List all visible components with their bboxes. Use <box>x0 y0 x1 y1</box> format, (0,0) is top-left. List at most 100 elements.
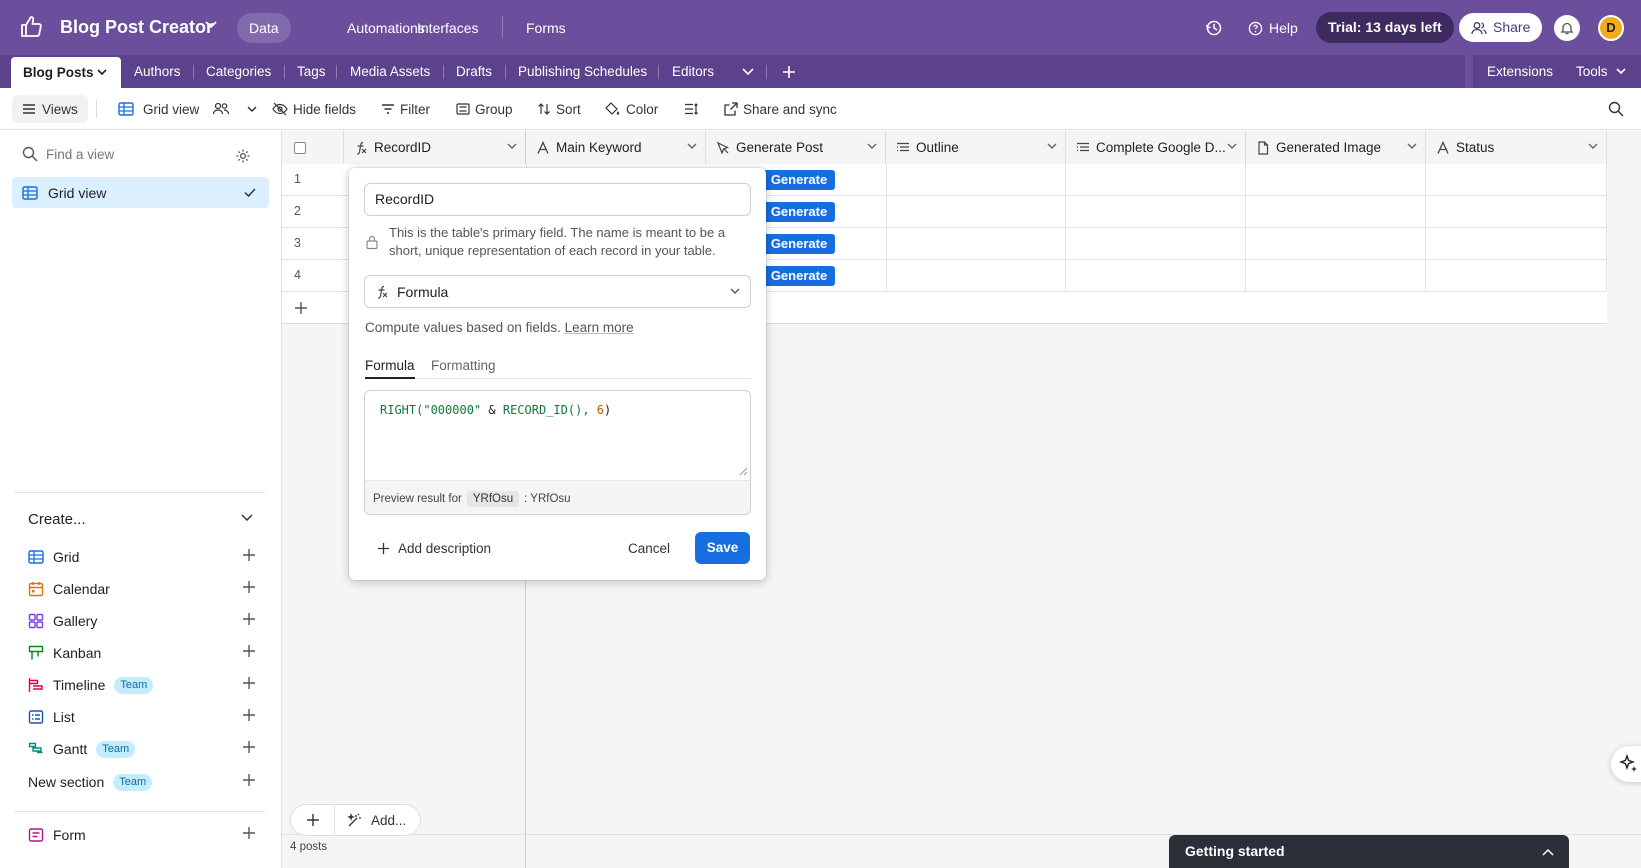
cell-outline[interactable] <box>886 260 1066 292</box>
cell-generated-image[interactable] <box>1246 164 1426 196</box>
cell-status[interactable] <box>1426 164 1607 196</box>
column-header-complete-google-doc[interactable]: Complete Google D... <box>1066 131 1246 164</box>
group-button[interactable]: Group <box>456 88 513 130</box>
learn-more-link[interactable]: Learn more <box>565 320 634 335</box>
tab-tags[interactable]: Tags <box>297 55 326 88</box>
home-icon[interactable] <box>18 14 44 40</box>
nav-data[interactable]: Data <box>237 13 291 43</box>
trial-badge[interactable]: Trial: 13 days left <box>1316 12 1454 43</box>
add-description-button[interactable]: Add description <box>377 541 491 556</box>
chevron-down-icon[interactable] <box>97 69 107 76</box>
cell-outline[interactable] <box>886 228 1066 260</box>
more-tables-chevron-icon[interactable] <box>742 68 754 76</box>
cell-google-doc[interactable] <box>1066 164 1246 196</box>
search-button[interactable] <box>1608 88 1624 130</box>
generate-button[interactable]: Generate <box>763 202 835 222</box>
find-view-input[interactable]: Find a view <box>22 141 262 167</box>
history-icon[interactable] <box>1205 19 1223 37</box>
nav-forms[interactable]: Forms <box>514 13 578 43</box>
tab-formula[interactable]: Formula <box>365 358 415 379</box>
column-header-main-keyword[interactable]: Main Keyword <box>526 131 706 164</box>
tab-categories[interactable]: Categories <box>206 55 271 88</box>
field-name-input[interactable]: RecordID <box>364 183 751 216</box>
plus-icon[interactable] <box>242 740 256 754</box>
generate-button[interactable]: Generate <box>763 266 835 286</box>
create-new-section[interactable]: New section Team <box>28 770 256 794</box>
cell-generated-image[interactable] <box>1246 228 1426 260</box>
save-button[interactable]: Save <box>695 532 750 564</box>
tab-formatting[interactable]: Formatting <box>431 358 496 379</box>
chevron-up-icon[interactable] <box>1542 848 1554 856</box>
cell-google-doc[interactable] <box>1066 196 1246 228</box>
create-gantt[interactable]: Gantt Team <box>28 737 256 761</box>
cell-status[interactable] <box>1426 260 1607 292</box>
tab-authors[interactable]: Authors <box>134 55 181 88</box>
cell-google-doc[interactable] <box>1066 228 1246 260</box>
cell-outline[interactable] <box>886 164 1066 196</box>
plus-icon[interactable] <box>242 826 256 840</box>
cell-status[interactable] <box>1426 228 1607 260</box>
cancel-button[interactable]: Cancel <box>628 541 670 556</box>
chevron-down-icon[interactable] <box>687 143 697 150</box>
column-header-generate-post[interactable]: Generate Post <box>706 131 886 164</box>
add-record-button[interactable] <box>291 805 335 835</box>
base-name[interactable]: Blog Post Creator <box>60 17 213 38</box>
share-button[interactable]: Share <box>1459 13 1543 42</box>
tools-button[interactable]: Tools <box>1576 55 1626 88</box>
column-header-status[interactable]: Status <box>1426 131 1607 164</box>
sidebar-view-grid-view[interactable]: Grid view <box>12 177 269 208</box>
ai-assistant-button[interactable] <box>1611 746 1641 782</box>
chevron-down-icon[interactable] <box>1588 143 1598 150</box>
column-header-recordid[interactable]: RecordID <box>344 131 526 164</box>
chevron-down-icon[interactable] <box>241 514 253 522</box>
formula-editor[interactable]: RIGHT("000000" & RECORD_ID(), 6) Preview… <box>364 390 751 515</box>
create-grid[interactable]: Grid <box>28 545 256 569</box>
plus-icon[interactable] <box>242 580 256 594</box>
notifications-button[interactable] <box>1554 15 1580 41</box>
color-button[interactable]: Color <box>605 88 658 130</box>
chevron-down-icon[interactable] <box>1227 143 1237 150</box>
getting-started-panel[interactable]: Getting started <box>1169 835 1569 868</box>
generate-button[interactable]: Generate <box>763 170 835 190</box>
tab-editors[interactable]: Editors <box>672 55 714 88</box>
help-button[interactable]: Help <box>1248 13 1298 43</box>
chevron-down-icon[interactable] <box>1047 143 1057 150</box>
field-type-select[interactable]: Formula <box>364 275 751 308</box>
plus-icon[interactable] <box>242 773 256 787</box>
plus-icon[interactable] <box>242 644 256 658</box>
plus-icon[interactable] <box>242 676 256 690</box>
tab-drafts[interactable]: Drafts <box>456 55 492 88</box>
create-list[interactable]: List <box>28 705 256 729</box>
chevron-down-icon[interactable] <box>1407 143 1417 150</box>
plus-icon[interactable] <box>294 301 308 315</box>
chevron-down-icon[interactable] <box>507 143 517 150</box>
chevron-down-icon[interactable] <box>867 143 877 150</box>
formula-code[interactable]: RIGHT("000000" & RECORD_ID(), 6) <box>380 403 611 417</box>
gear-icon[interactable] <box>235 148 251 164</box>
cell-google-doc[interactable] <box>1066 260 1246 292</box>
plus-icon[interactable] <box>242 612 256 626</box>
select-all-checkbox[interactable] <box>294 141 306 154</box>
sort-button[interactable]: Sort <box>537 88 581 130</box>
plus-icon[interactable] <box>242 548 256 562</box>
view-switcher[interactable]: Grid view <box>118 88 257 130</box>
create-section-title[interactable]: Create... <box>28 511 86 528</box>
row-height-button[interactable] <box>684 88 698 130</box>
nav-interfaces[interactable]: Interfaces <box>405 13 490 43</box>
filter-button[interactable]: Filter <box>381 88 430 130</box>
tab-blog-posts[interactable]: Blog Posts <box>11 57 121 88</box>
cell-generated-image[interactable] <box>1246 196 1426 228</box>
add-with-ai-button[interactable]: Add... <box>335 805 420 835</box>
extensions-button[interactable]: Extensions <box>1487 55 1553 88</box>
create-gallery[interactable]: Gallery <box>28 609 256 633</box>
views-button[interactable]: Views <box>12 95 88 123</box>
tab-media-assets[interactable]: Media Assets <box>350 55 430 88</box>
cell-generated-image[interactable] <box>1246 260 1426 292</box>
resize-handle-icon[interactable] <box>739 467 748 476</box>
create-kanban[interactable]: Kanban <box>28 641 256 665</box>
create-calendar[interactable]: Calendar <box>28 577 256 601</box>
hide-fields-button[interactable]: Hide fields <box>272 88 356 130</box>
share-sync-button[interactable]: Share and sync <box>724 88 837 130</box>
preview-record-chip[interactable]: YRfOsu <box>466 490 520 507</box>
create-form[interactable]: Form <box>28 823 256 847</box>
